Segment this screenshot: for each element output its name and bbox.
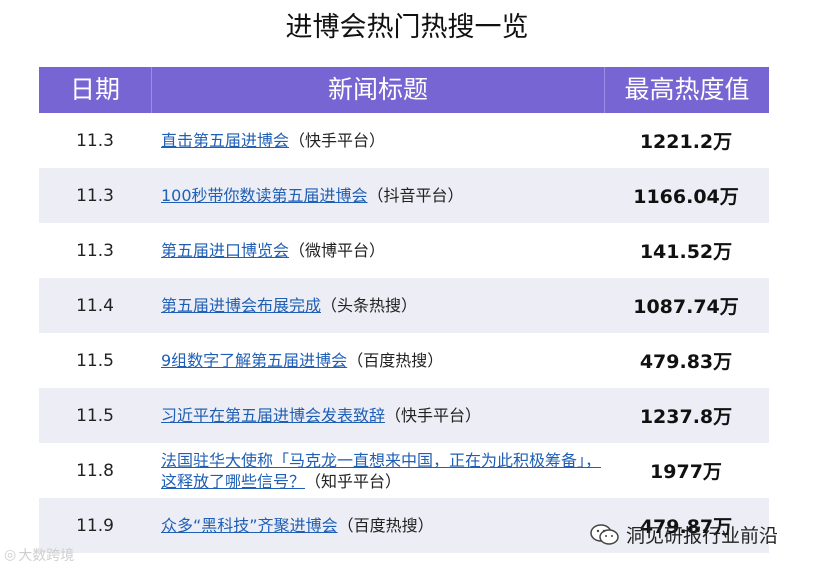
row-news: 法国驻华大使称「马克龙一直想来中国，正在为此积极筹备」，这释放了哪些信号？（知乎… (151, 450, 603, 492)
news-link[interactable]: 9组数字了解第五届进博会 (161, 351, 347, 370)
hot-search-table: 日期 新闻标题 最高热度值 11.3 直击第五届进博会（快手平台） 1221.2… (39, 67, 769, 553)
row-news: 第五届进口博览会（微博平台） (151, 240, 603, 261)
page-title: 进博会热门热搜一览 (285, 12, 529, 43)
row-date: 11.3 (76, 185, 114, 206)
news-source: （快手平台） (289, 131, 386, 150)
watermark-right-text: 洞见研报行业前沿 (626, 525, 779, 547)
row-news: 习近平在第五届进博会发表致辞（快手平台） (151, 405, 603, 426)
header-max-heat: 最高热度值 (624, 75, 750, 104)
news-source: （百度热搜） (347, 351, 444, 370)
row-news: 100秒带你数读第五届进博会（抖音平台） (151, 185, 603, 206)
row-date: 11.9 (76, 515, 114, 536)
table-row: 11.5 9组数字了解第五届进博会（百度热搜） 479.83万 (39, 333, 769, 388)
row-news: 众多“黑科技”齐聚进博会（百度热搜） (151, 515, 603, 536)
row-date: 11.5 (76, 350, 114, 371)
table-row: 11.3 直击第五届进博会（快手平台） 1221.2万 (39, 113, 769, 168)
table-row: 11.5 习近平在第五届进博会发表致辞（快手平台） 1237.8万 (39, 388, 769, 443)
header-news-title: 新闻标题 (152, 67, 605, 113)
news-link[interactable]: 习近平在第五届进博会发表致辞 (161, 406, 385, 425)
news-link[interactable]: 第五届进口博览会 (161, 241, 289, 260)
news-source: （知乎平台） (305, 471, 402, 491)
table-header: 日期 新闻标题 最高热度值 (39, 67, 769, 113)
row-date: 11.5 (76, 405, 114, 426)
table-row: 11.3 100秒带你数读第五届进博会（抖音平台） 1166.04万 (39, 168, 769, 223)
news-link[interactable]: 100秒带你数读第五届进博会 (161, 186, 368, 205)
news-link[interactable]: 直击第五届进博会 (161, 131, 289, 150)
table-row: 11.4 第五届进博会布展完成（头条热搜） 1087.74万 (39, 278, 769, 333)
row-news: 第五届进博会布展完成（头条热搜） (151, 295, 603, 316)
row-heat: 479.83万 (639, 351, 733, 373)
table-row: 11.3 第五届进口博览会（微博平台） 141.52万 (39, 223, 769, 278)
row-date: 11.8 (76, 460, 114, 481)
row-heat: 1237.8万 (639, 406, 733, 428)
row-heat: 1221.2万 (639, 131, 733, 153)
wechat-icon (590, 523, 619, 545)
watermark-left: ◎ 大数跨境 (4, 545, 74, 565)
news-source: （百度热搜） (337, 516, 434, 535)
news-link[interactable]: 众多“黑科技”齐聚进博会 (161, 516, 338, 535)
header-date: 日期 (39, 67, 152, 113)
row-heat: 141.52万 (639, 241, 733, 263)
row-date: 11.4 (76, 295, 114, 316)
row-date: 11.3 (76, 240, 114, 261)
news-link[interactable]: 第五届进博会布展完成 (161, 296, 321, 315)
news-source: （快手平台） (385, 406, 482, 425)
row-heat: 1977万 (650, 461, 722, 483)
row-heat: 1166.04万 (633, 186, 739, 208)
row-heat: 1087.74万 (633, 296, 739, 318)
row-news: 直击第五届进博会（快手平台） (151, 130, 603, 151)
row-date: 11.3 (76, 130, 114, 151)
news-source: （头条热搜） (321, 296, 418, 315)
news-source: （抖音平台） (367, 186, 464, 205)
watermark-right: 洞见研报行业前沿 (590, 521, 778, 548)
news-source: （微博平台） (289, 241, 386, 260)
row-news: 9组数字了解第五届进博会（百度热搜） (151, 350, 603, 371)
table-row: 11.8 法国驻华大使称「马克龙一直想来中国，正在为此积极筹备」，这释放了哪些信… (39, 443, 769, 498)
weibo-icon: ◎ (4, 547, 17, 563)
watermark-left-text: 大数跨境 (18, 548, 75, 564)
